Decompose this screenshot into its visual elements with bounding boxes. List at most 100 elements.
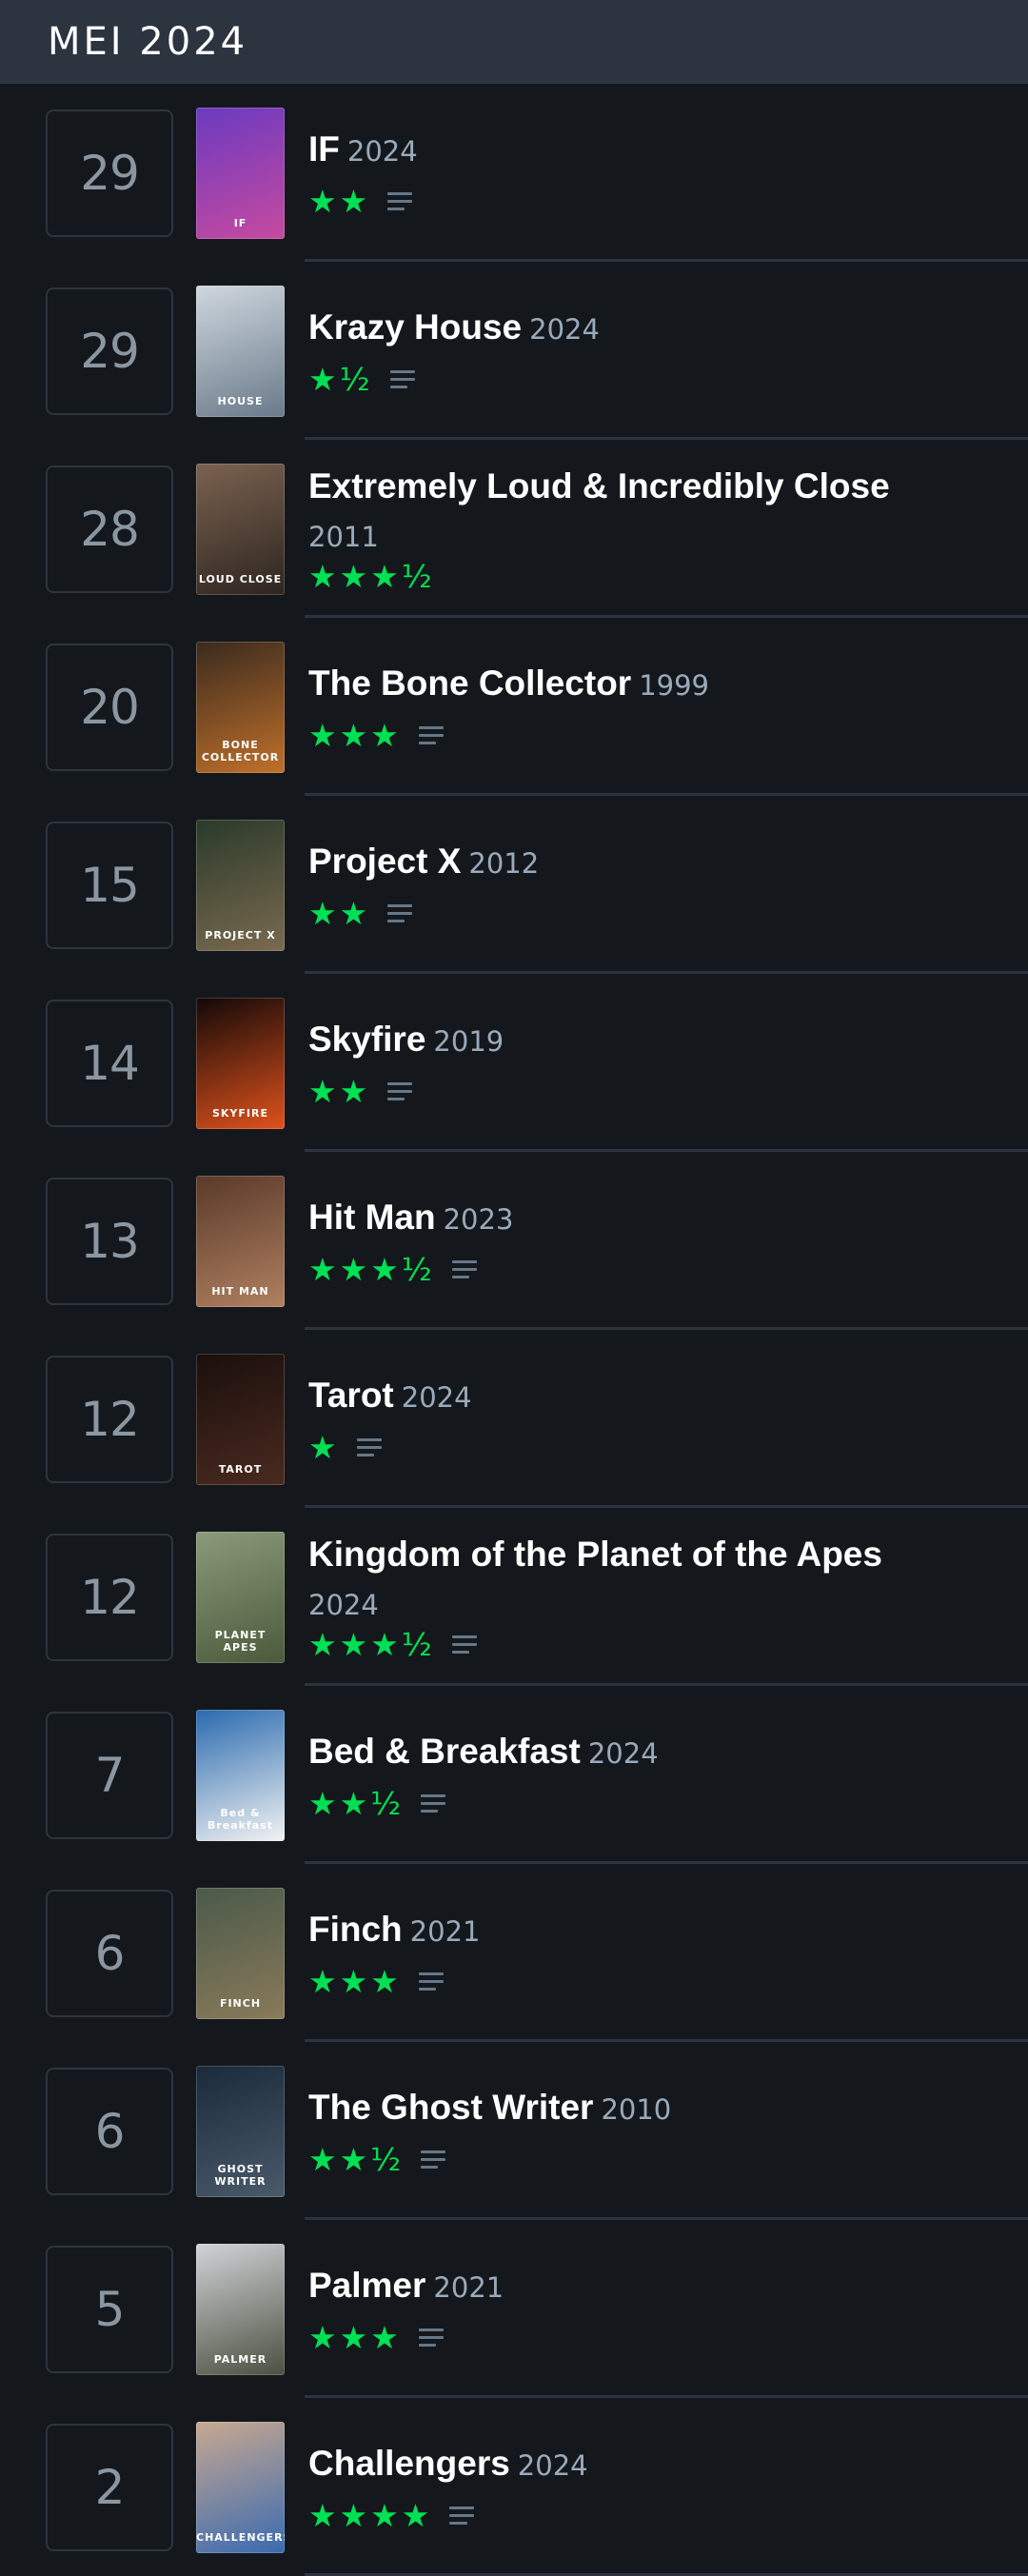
film-title[interactable]: Palmer	[308, 2266, 425, 2305]
diary-entry[interactable]: 15 PROJECT X Project X 2012 ★★	[0, 796, 1028, 974]
review-text-icon[interactable]	[451, 1631, 477, 1658]
film-poster[interactable]: CHALLENGERS	[196, 2422, 285, 2553]
film-title[interactable]: Krazy House	[308, 307, 522, 347]
film-title[interactable]: Extremely Loud & Incredibly Close	[308, 466, 890, 505]
entry-info: Tarot 2024 ★	[308, 1330, 990, 1508]
review-text-icon[interactable]	[449, 2502, 475, 2529]
review-text-icon[interactable]	[356, 1434, 382, 1461]
review-text-icon[interactable]	[387, 188, 413, 215]
entry-day[interactable]: 14	[46, 1000, 173, 1127]
film-year[interactable]: 2024	[518, 2449, 588, 2482]
review-text-icon[interactable]	[387, 900, 413, 927]
diary-entry[interactable]: 12 TAROT Tarot 2024 ★	[0, 1330, 1028, 1508]
poster-title-art: HOUSE	[217, 395, 264, 407]
poster-title-art: GHOST WRITER	[214, 2163, 267, 2188]
review-text-icon[interactable]	[421, 1790, 446, 1817]
film-poster[interactable]: GHOST WRITER	[196, 2066, 285, 2197]
film-title[interactable]: Skyfire	[308, 1020, 425, 1059]
review-text-icon[interactable]	[418, 1968, 444, 1995]
review-text-icon[interactable]	[418, 722, 444, 749]
diary-entry[interactable]: 29 IF IF 2024 ★★	[0, 84, 1028, 262]
film-poster[interactable]: SKYFIRE	[196, 998, 285, 1129]
film-title[interactable]: Bed & Breakfast	[308, 1732, 581, 1771]
film-title[interactable]: Challengers	[308, 2444, 510, 2483]
entry-day[interactable]: 28	[46, 466, 173, 593]
film-poster[interactable]: HOUSE	[196, 286, 285, 417]
entry-day[interactable]: 2	[46, 2424, 173, 2551]
film-year[interactable]: 2021	[433, 2271, 504, 2304]
diary-entry[interactable]: 6 FINCH Finch 2021 ★★★	[0, 1864, 1028, 2042]
diary-entry[interactable]: 6 GHOST WRITER The Ghost Writer 2010 ★★½	[0, 2042, 1028, 2220]
film-title[interactable]: The Ghost Writer	[308, 2088, 593, 2127]
entry-info: Extremely Loud & Incredibly Close 2011 ★★★…	[308, 440, 990, 618]
entry-info: Kingdom of the Planet of the Apes 2024 ★★★…	[308, 1508, 990, 1686]
review-text-icon[interactable]	[421, 2146, 446, 2173]
star-rating: ★★★	[308, 717, 402, 754]
film-poster[interactable]: HIT MAN	[196, 1176, 285, 1307]
film-year[interactable]: 2011	[308, 518, 990, 556]
diary-entry[interactable]: 20 BONE COLLECTOR The Bone Collector 1999 ★★…	[0, 618, 1028, 796]
diary-entry[interactable]: 7 Bed & Breakfast Bed & Breakfast 2024 ★★½	[0, 1686, 1028, 1864]
poster-title-art: PALMER	[213, 2353, 267, 2366]
review-text-icon[interactable]	[451, 1256, 477, 1283]
film-title[interactable]: The Bone Collector	[308, 664, 631, 703]
review-text-icon[interactable]	[389, 366, 415, 393]
film-year[interactable]: 2012	[468, 847, 539, 880]
film-title[interactable]: Tarot	[308, 1376, 394, 1415]
rating-row: ★½	[308, 361, 990, 399]
rating-row: ★★	[308, 183, 990, 221]
entry-day[interactable]: 6	[46, 2068, 173, 2195]
entry-day[interactable]: 12	[46, 1356, 173, 1483]
film-title[interactable]: Hit Man	[308, 1198, 436, 1237]
film-year[interactable]: 2024	[347, 135, 418, 168]
diary-entry[interactable]: 28 LOUD CLOSE Extremely Loud & Incredibly …	[0, 440, 1028, 618]
film-poster[interactable]: Bed & Breakfast	[196, 1710, 285, 1841]
poster-title-art: BONE COLLECTOR	[201, 739, 280, 763]
film-year[interactable]: 2010	[601, 2093, 671, 2126]
entry-day[interactable]: 12	[46, 1534, 173, 1661]
film-poster[interactable]: FINCH	[196, 1888, 285, 2019]
film-year[interactable]: 2019	[433, 1025, 504, 1058]
star-rating: ★★★	[308, 1963, 402, 2000]
review-text-icon[interactable]	[387, 1078, 413, 1105]
entry-day[interactable]: 7	[46, 1712, 173, 1839]
diary-entry[interactable]: 13 HIT MAN Hit Man 2023 ★★★½	[0, 1152, 1028, 1330]
film-year[interactable]: 2024	[308, 1586, 990, 1624]
diary-entry[interactable]: 5 PALMER Palmer 2021 ★★★	[0, 2220, 1028, 2398]
film-poster[interactable]: LOUD CLOSE	[196, 464, 285, 595]
film-title[interactable]: Kingdom of the Planet of the Apes	[308, 1535, 882, 1574]
film-year[interactable]: 2024	[402, 1381, 472, 1414]
film-title[interactable]: Finch	[308, 1910, 403, 1949]
month-title: MEI 2024	[48, 20, 248, 64]
star-rating: ★★½	[308, 2141, 405, 2178]
film-year[interactable]: 2023	[444, 1203, 514, 1236]
entry-day[interactable]: 29	[46, 287, 173, 415]
entry-day[interactable]: 5	[46, 2246, 173, 2373]
film-title[interactable]: IF	[308, 129, 340, 168]
film-year[interactable]: 1999	[639, 669, 709, 702]
diary-entry[interactable]: 14 SKYFIRE Skyfire 2019 ★★	[0, 974, 1028, 1152]
film-poster[interactable]: TAROT	[196, 1354, 285, 1485]
entry-day[interactable]: 6	[46, 1890, 173, 2017]
film-poster[interactable]: IF	[196, 108, 285, 239]
entry-day[interactable]: 13	[46, 1178, 173, 1305]
entry-day[interactable]: 29	[46, 109, 173, 237]
film-title[interactable]: Project X	[308, 842, 461, 881]
film-year[interactable]: 2024	[529, 313, 600, 346]
diary-entry[interactable]: 29 HOUSE Krazy House 2024 ★½	[0, 262, 1028, 440]
diary-entry[interactable]: 12 PLANET APES Kingdom of the Planet of th…	[0, 1508, 1028, 1686]
review-text-icon[interactable]	[418, 2324, 444, 2351]
film-poster[interactable]: PLANET APES	[196, 1532, 285, 1663]
rating-row: ★★	[308, 895, 990, 933]
diary-entry[interactable]: 2 CHALLENGERS Challengers 2024 ★★★★	[0, 2398, 1028, 2576]
film-poster[interactable]: BONE COLLECTOR	[196, 642, 285, 773]
film-poster[interactable]: PALMER	[196, 2244, 285, 2375]
rating-row: ★★★½	[308, 1626, 990, 1664]
poster-title-art: HIT MAN	[211, 1285, 269, 1298]
film-year[interactable]: 2024	[588, 1737, 659, 1770]
entry-day[interactable]: 20	[46, 644, 173, 771]
film-poster[interactable]: PROJECT X	[196, 820, 285, 951]
film-year[interactable]: 2021	[410, 1915, 481, 1948]
entry-day[interactable]: 15	[46, 822, 173, 949]
poster-title-art: TAROT	[218, 1463, 263, 1476]
